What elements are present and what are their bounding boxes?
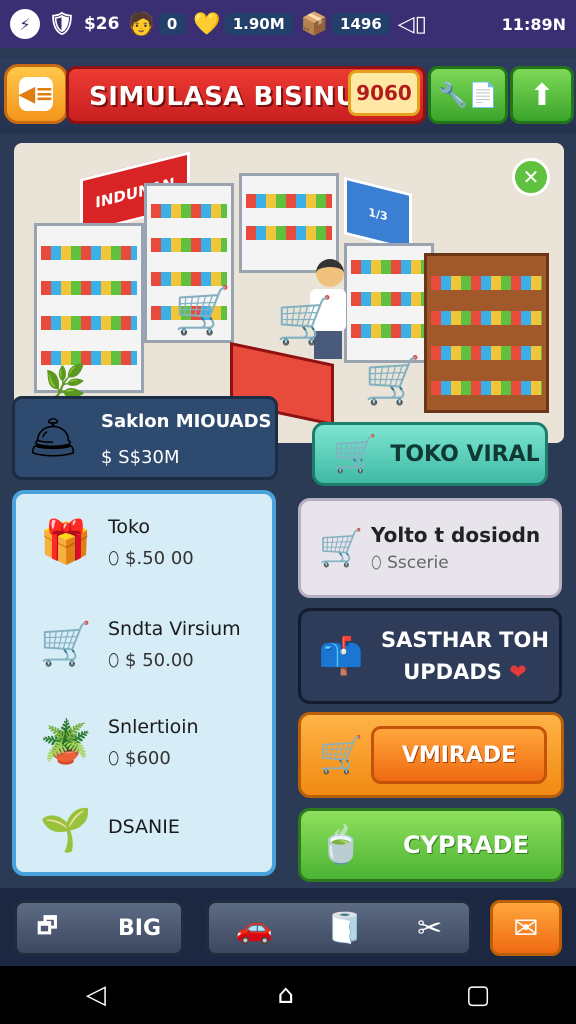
status-chip-heart: 💛 1.90M	[193, 11, 293, 37]
nav-home-icon[interactable]: ⌂	[277, 980, 294, 1010]
tools-icon: 🔧📄	[438, 81, 498, 109]
character-icon: 🧑	[127, 11, 155, 37]
nav-recents-icon[interactable]: ▢	[466, 980, 491, 1010]
item-name: DSANIE	[108, 816, 180, 838]
paper-roll-icon[interactable]: 🧻	[326, 911, 363, 946]
cup-icon: 🍵	[318, 825, 364, 866]
upload-label: Yolto t dosiodn ⬯ Sscerie	[371, 523, 559, 573]
balance-title: Saklon MIOUADS	[101, 411, 272, 432]
power-icon: ⚡	[10, 9, 40, 39]
upload-sub: ⬯ Sscerie	[371, 553, 449, 573]
close-icon[interactable]: ✕	[512, 158, 550, 196]
mail-button[interactable]: ✉	[490, 900, 562, 956]
item-price: ⬯ $.50 00	[108, 548, 194, 569]
balance-panel: 🛎 Saklon MIOUADS $ S$30M	[12, 396, 278, 480]
item-name: Snlertioin	[108, 716, 199, 738]
shelf-wood	[424, 253, 549, 413]
item-list: 🎁 Toko ⬯ $.50 00 🛒 Sndta Virsium ⬯ $ 50.…	[12, 490, 276, 876]
upgrade-arrow-button[interactable]: ⬆	[510, 66, 574, 124]
potted-plant-icon: 🌱	[39, 805, 93, 854]
gift-box-icon: 🎁	[39, 517, 93, 566]
cyprade-button[interactable]: 🍵 CYPRADE	[298, 808, 564, 882]
cart-icon: 🛒	[364, 353, 422, 407]
page-title: SIMULASA BISINUIS	[89, 82, 387, 112]
cyprade-label: CYPRADE	[403, 831, 529, 859]
status-pill-1: 0	[158, 13, 186, 35]
toko-viral-button[interactable]: 🛒 TOKO VIRAL	[312, 422, 548, 486]
heart-icon: ❤	[509, 660, 527, 684]
bottom-tool-group: 🚗 🧻 ✂	[206, 900, 472, 956]
arrow-up-icon: ⬆	[529, 77, 555, 113]
nav-back-icon[interactable]: ◁	[86, 980, 106, 1010]
big-button[interactable]: 🗗 BIG	[14, 900, 184, 956]
mail-icon: ✉	[513, 910, 539, 946]
cart-icon: 🛒	[174, 283, 232, 337]
viral-label: TOKO VIRAL	[390, 441, 540, 467]
list-item[interactable]: 🛒 Sndta Virsium ⬯ $ 50.00	[16, 604, 272, 694]
update-button[interactable]: 📫 SASTHAR TOH UPDADS ❤	[298, 608, 562, 704]
upgrade-button[interactable]: 🛒 VMIRADE	[298, 712, 564, 798]
header: ◀≡ SIMULASA BISINUIS 9060 🔧📄 ⬆	[0, 58, 576, 134]
shelf-back	[239, 173, 339, 273]
item-price: ⬯ $600	[108, 748, 171, 769]
item-name: Toko	[108, 516, 150, 538]
status-pill-3: 1496	[332, 13, 390, 35]
tools-cross-icon[interactable]: ✂	[417, 911, 442, 946]
status-chip-character: 🧑 0	[127, 11, 186, 37]
bell-icon: 🛎	[27, 414, 79, 461]
back-button[interactable]: ◀≡	[4, 64, 68, 124]
tools-button[interactable]: 🔧📄	[428, 66, 508, 124]
list-item[interactable]: 🌱 DSANIE	[16, 790, 272, 880]
list-item[interactable]: 🪴 Snlertioin ⬯ $600	[16, 702, 272, 792]
nav-bar: ◁ ⌂ ▢	[0, 966, 576, 1024]
back-arrow-icon: ◀≡	[18, 77, 54, 111]
list-item[interactable]: 🎁 Toko ⬯ $.50 00	[16, 502, 272, 592]
shield-icon: 🛡	[48, 11, 76, 37]
upgrade-label: VMIRADE	[371, 726, 547, 784]
cart-icon: 🛒	[276, 293, 334, 347]
mailbox-icon: 📫	[318, 636, 364, 677]
box-icon: 📦	[300, 11, 329, 37]
promo-sign: 1/3	[344, 176, 412, 252]
status-bar: ⚡ 🛡 $26 🧑 0 💛 1.90M 📦 1496 ◁▯ 11:89N	[0, 0, 576, 48]
shelf-right	[344, 243, 434, 363]
plant-icon: 🪴	[39, 717, 93, 766]
item-name: Sndta Virsium	[108, 618, 241, 640]
big-label: BIG	[117, 915, 161, 941]
cart-icon: 🛒	[318, 528, 364, 569]
balance-value: $ S$30M	[101, 447, 180, 468]
update-label: SASTHAR TOH UPDADS ❤	[381, 628, 549, 684]
cart-icon: 🛒	[318, 735, 364, 776]
item-price: ⬯ $ 50.00	[108, 650, 194, 671]
status-money: $26	[83, 14, 120, 34]
status-chip-box: 📦 1496	[301, 12, 390, 37]
coin-badge: 9060	[348, 70, 420, 116]
upload-button[interactable]: 🛒 Yolto t dosiodn ⬯ Sscerie	[298, 498, 562, 598]
cart-icon: 🛒	[332, 434, 378, 475]
status-time: 11:89N	[501, 14, 566, 34]
heart-icon: 💛	[193, 11, 221, 37]
car-icon[interactable]: 🚗	[236, 911, 273, 946]
status-pill-2: 1.90M	[224, 13, 293, 35]
windows-icon: 🗗	[37, 914, 58, 939]
signal-icon: ◁▯	[397, 11, 427, 37]
bottom-bar: 🗗 BIG 🚗 🧻 ✂ ✉	[0, 888, 576, 966]
cart-icon: 🛒	[39, 619, 93, 668]
